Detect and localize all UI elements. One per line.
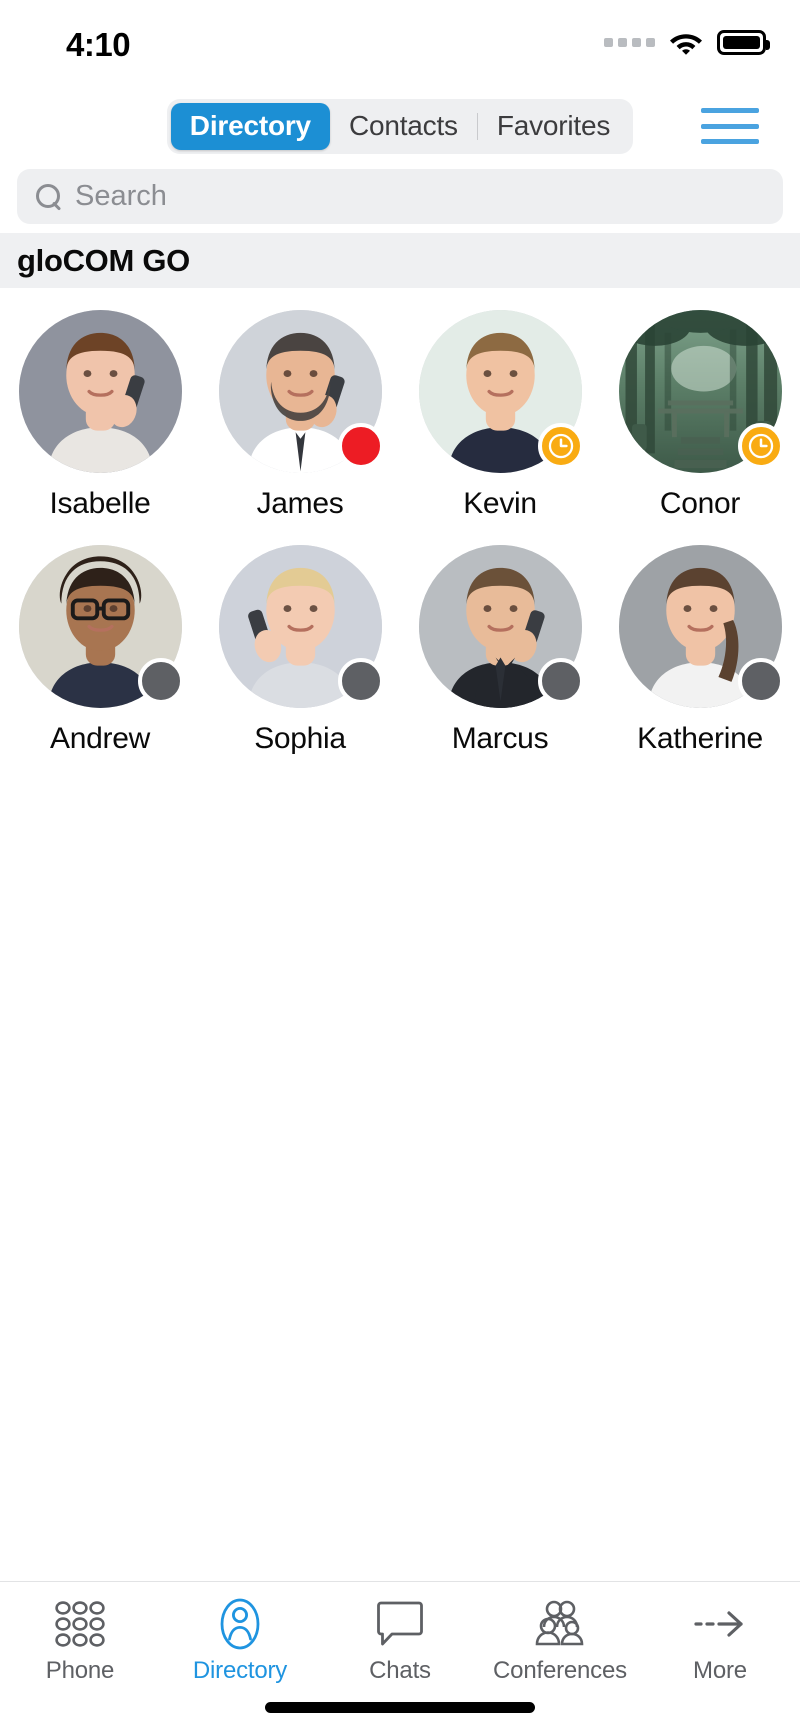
- contact-name: Conor: [659, 487, 741, 520]
- avatar-wrapper: [618, 545, 784, 708]
- avatar-wrapper: [418, 310, 584, 473]
- contact-cell[interactable]: Kevin: [400, 296, 600, 531]
- contact-cell[interactable]: Isabelle: [0, 296, 200, 531]
- contact-name: Marcus: [451, 722, 549, 755]
- contact-cell[interactable]: Conor: [600, 296, 800, 531]
- tab-bar-label-chats: Chats: [369, 1657, 431, 1684]
- signal-dots-icon: [604, 38, 655, 47]
- navigation-bar: Directory Contacts Favorites: [0, 92, 800, 160]
- avatar-wrapper: [18, 310, 182, 473]
- contact-name: Isabelle: [49, 487, 151, 520]
- avatar-wrapper: [218, 310, 384, 473]
- contact-grid: Isabelle James Kevin Conor Andrew Sophia…: [0, 288, 800, 766]
- status-badge-dnd: [337, 423, 384, 469]
- status-badge-away: [537, 423, 584, 469]
- contact-name: Katherine: [637, 722, 763, 755]
- arrow-right-icon: [692, 1598, 748, 1650]
- tab-bar-item-phone[interactable]: Phone: [0, 1598, 160, 1685]
- tab-bar-item-more[interactable]: More: [640, 1598, 800, 1685]
- person-icon: [216, 1598, 264, 1650]
- tab-bar-label-more: More: [693, 1657, 747, 1684]
- tab-bar-item-chats[interactable]: Chats: [320, 1598, 480, 1685]
- home-indicator: [265, 1702, 535, 1713]
- avatar-wrapper: [418, 545, 584, 708]
- section-header: gloCOM GO: [0, 233, 800, 288]
- tab-bar-label-directory: Directory: [192, 1657, 288, 1684]
- search-icon: [35, 183, 62, 210]
- status-badge-offline: [537, 658, 584, 704]
- app-screen: 4:10 Directory Contacts Favorites Search…: [0, 0, 800, 1731]
- contact-name: James: [256, 487, 344, 520]
- status-bar-time: 4:10: [66, 26, 131, 63]
- battery-full-icon: [717, 30, 770, 55]
- search-placeholder: Search: [75, 180, 167, 212]
- contact-cell[interactable]: James: [200, 296, 400, 531]
- search-input[interactable]: Search: [17, 169, 783, 224]
- search-bar-container: Search: [0, 160, 800, 233]
- group-icon: [532, 1598, 588, 1650]
- tab-bar-item-conferences[interactable]: Conferences: [480, 1598, 640, 1685]
- contact-name: Sophia: [254, 722, 346, 755]
- contact-name: Andrew: [50, 722, 150, 755]
- status-bar-indicators: [604, 30, 770, 55]
- tab-contacts[interactable]: Contacts: [330, 103, 477, 150]
- clock-icon: [748, 433, 773, 459]
- avatar-wrapper: [618, 310, 784, 473]
- contact-cell[interactable]: Marcus: [400, 531, 600, 766]
- status-badge-away: [737, 423, 784, 469]
- tab-bar-label-conferences: Conferences: [493, 1657, 627, 1684]
- status-badge-offline: [137, 658, 184, 704]
- avatar: [18, 310, 182, 473]
- clock-icon: [548, 433, 573, 459]
- hamburger-menu-icon[interactable]: [701, 108, 759, 144]
- contact-cell[interactable]: Katherine: [600, 531, 800, 766]
- status-bar: 4:10: [0, 0, 800, 92]
- tab-favorites[interactable]: Favorites: [478, 103, 629, 150]
- contact-cell[interactable]: Andrew: [0, 531, 200, 766]
- section-title: gloCOM GO: [17, 242, 190, 278]
- status-badge-offline: [737, 658, 784, 704]
- tab-bar-item-directory[interactable]: Directory: [160, 1598, 320, 1685]
- chat-bubble-icon: [376, 1598, 424, 1650]
- tab-bar-label-phone: Phone: [45, 1657, 115, 1684]
- contact-name: Kevin: [463, 487, 537, 520]
- tab-directory[interactable]: Directory: [170, 102, 330, 150]
- dialpad-icon: [54, 1598, 106, 1650]
- avatar-wrapper: [218, 545, 384, 708]
- wifi-icon: [669, 30, 703, 55]
- avatar-wrapper: [18, 545, 184, 708]
- directory-content: Isabelle James Kevin Conor Andrew Sophia…: [0, 288, 800, 1581]
- contact-cell[interactable]: Sophia: [200, 531, 400, 766]
- segmented-control[interactable]: Directory Contacts Favorites: [166, 98, 634, 154]
- status-badge-offline: [337, 658, 384, 704]
